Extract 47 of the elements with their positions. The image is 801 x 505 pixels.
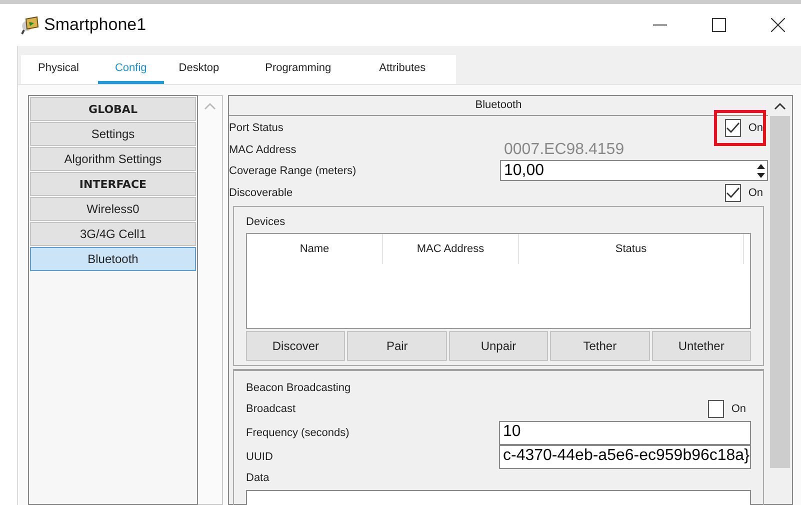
field-label: UUID (246, 451, 274, 463)
tab[interactable]: Attributes (376, 55, 429, 84)
checkbox[interactable] (725, 118, 742, 136)
field-label: Coverage Range (meters) (229, 164, 358, 176)
spinner-field[interactable]: 10,00 (500, 160, 768, 181)
action-button[interactable]: Pair (347, 331, 447, 361)
field-label: Broadcast (246, 403, 297, 415)
action-button[interactable]: Unpair (448, 331, 548, 361)
minimize-icon[interactable] (653, 24, 667, 26)
action-button[interactable]: Untether (652, 331, 752, 361)
field-label: MAC Address (229, 144, 298, 156)
tab[interactable]: Programming (262, 55, 334, 84)
sidebar-header[interactable]: INTERFACE (30, 172, 196, 196)
field-label: Port Status (229, 122, 284, 134)
checkbox-label: On (748, 186, 763, 198)
close-icon[interactable] (771, 18, 785, 32)
input-field[interactable]: c-4370-44eb-a5e6-ec959b96c18a} (499, 445, 751, 469)
column-header[interactable]: Name (247, 234, 383, 264)
checkbox[interactable] (708, 400, 724, 418)
column-header[interactable]: MAC Address (383, 234, 519, 264)
input-field[interactable]: 10 (499, 421, 751, 445)
maximize-icon[interactable] (712, 18, 726, 32)
field-label: Frequency (seconds) (246, 427, 350, 439)
action-button[interactable]: Discover (246, 331, 346, 361)
checkbox[interactable] (725, 184, 742, 202)
spinner-arrows-icon[interactable] (756, 162, 766, 180)
window-title: Smartphone1 (44, 15, 146, 35)
sidebar-header[interactable]: GLOBAL (30, 97, 196, 121)
sidebar-item[interactable]: Settings (30, 122, 196, 146)
column-header[interactable]: Status (519, 234, 744, 264)
group-title: Beacon Broadcasting (246, 381, 352, 396)
sidebar-item[interactable]: 3G/4G Cell1 (30, 222, 196, 246)
field-label: Discoverable (229, 186, 294, 198)
field-label: Data (246, 471, 270, 486)
sidebar-item[interactable]: Wireless0 (30, 197, 196, 221)
tab[interactable]: Desktop (176, 55, 222, 84)
action-button[interactable]: Tether (550, 331, 650, 361)
panel-title: Bluetooth (229, 96, 768, 116)
group-title: Devices (246, 215, 286, 230)
scroll-up-icon[interactable] (774, 102, 786, 110)
sidebar-item[interactable]: Bluetooth (30, 247, 196, 271)
sidebar-item[interactable]: Algorithm Settings (30, 147, 196, 171)
checkbox-label: On (748, 122, 763, 134)
checkbox-label: On (731, 403, 746, 415)
tab[interactable]: Physical (35, 55, 82, 84)
scroll-thumb[interactable] (770, 116, 790, 468)
phone-app-icon (20, 15, 40, 35)
